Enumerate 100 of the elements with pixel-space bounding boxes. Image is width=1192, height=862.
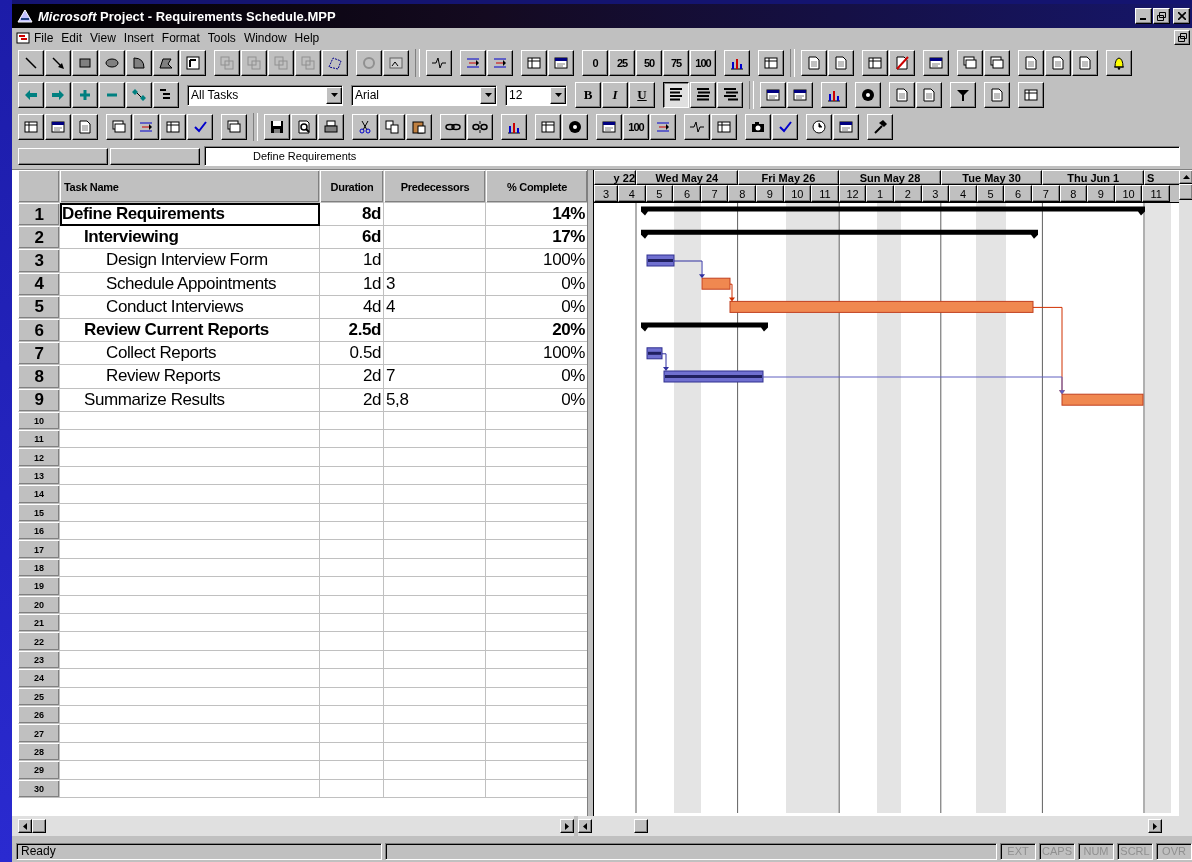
toolbar-button[interactable] — [72, 50, 98, 76]
row-number[interactable]: 17 — [18, 540, 60, 559]
toolbar-button[interactable] — [1072, 50, 1098, 76]
menu-item[interactable]: Edit — [57, 30, 87, 45]
task-name-cell[interactable]: Review Current Reports — [60, 318, 320, 343]
toolbar-button[interactable] — [596, 114, 622, 140]
task-name-cell[interactable]: Conduct Interviews — [60, 295, 320, 319]
row-number[interactable]: 27 — [18, 724, 60, 743]
task-name-cell[interactable]: Summarize Results — [60, 388, 320, 412]
task-name-cell[interactable]: Interviewing — [60, 226, 320, 250]
toolbar-button[interactable] — [806, 114, 832, 140]
toolbar-button[interactable] — [72, 82, 98, 108]
toolbar-button[interactable] — [133, 114, 159, 140]
row-number[interactable]: 14 — [18, 485, 60, 504]
toolbar-button[interactable] — [758, 50, 784, 76]
toolbar-button[interactable] — [322, 50, 348, 76]
toolbar-button[interactable] — [487, 50, 513, 76]
toolbar-button[interactable] — [787, 82, 813, 108]
row-number[interactable]: 24 — [18, 669, 60, 688]
toolbar-button[interactable] — [1045, 50, 1071, 76]
row-number[interactable]: 2 — [18, 226, 60, 250]
toolbar-button[interactable] — [460, 50, 486, 76]
toolbar-button[interactable] — [406, 114, 432, 140]
row-number[interactable]: 19 — [18, 577, 60, 596]
font-size-dropdown[interactable]: 12 — [505, 84, 567, 106]
toolbar-button[interactable] — [950, 82, 976, 108]
toolbar-button[interactable] — [214, 50, 240, 76]
row-number[interactable]: 9 — [18, 388, 60, 412]
percent-complete-button[interactable]: 75 — [663, 50, 689, 76]
toolbar-button[interactable] — [264, 114, 290, 140]
toolbar-button[interactable] — [821, 82, 847, 108]
toolbar-button[interactable] — [126, 50, 152, 76]
toolbar-button[interactable] — [467, 114, 493, 140]
percent-complete-button[interactable]: 100 — [690, 50, 716, 76]
scroll-thumb[interactable] — [32, 819, 46, 833]
toolbar-button[interactable] — [745, 114, 771, 140]
row-number[interactable]: 5 — [18, 295, 60, 319]
scroll-right-button[interactable] — [1148, 819, 1162, 833]
row-number[interactable]: 4 — [18, 272, 60, 296]
toolbar-button[interactable] — [153, 82, 179, 108]
toolbar-button[interactable] — [295, 50, 321, 76]
toolbar-button[interactable] — [801, 50, 827, 76]
task-name-cell[interactable]: Define Requirements — [60, 203, 320, 227]
percent-complete-button[interactable]: 100 — [623, 114, 649, 140]
toolbar-button[interactable] — [268, 50, 294, 76]
menu-item[interactable]: File — [30, 30, 58, 45]
percent-complete-button[interactable]: 25 — [609, 50, 635, 76]
percent-complete-button[interactable]: 0 — [582, 50, 608, 76]
toolbar-button[interactable] — [1018, 82, 1044, 108]
toolbar-button[interactable] — [724, 50, 750, 76]
toolbar-button[interactable] — [923, 50, 949, 76]
toolbar-button[interactable] — [45, 50, 71, 76]
entry-field[interactable]: Define Requirements — [204, 146, 1180, 166]
filter-dropdown[interactable]: All Tasks — [187, 84, 343, 106]
menu-item[interactable]: Window — [239, 30, 291, 45]
toolbar-button[interactable] — [1018, 50, 1044, 76]
column-header[interactable]: Predecessors — [384, 170, 486, 203]
toolbar-button[interactable] — [889, 82, 915, 108]
format-button[interactable]: I — [602, 82, 628, 108]
row-number[interactable]: 29 — [18, 761, 60, 780]
toolbar-button[interactable] — [984, 50, 1010, 76]
toolbar-button[interactable] — [106, 114, 132, 140]
toolbar-button[interactable] — [828, 50, 854, 76]
pane-splitter[interactable] — [587, 170, 594, 816]
toolbar-button[interactable] — [45, 114, 71, 140]
row-number[interactable]: 6 — [18, 318, 60, 343]
scroll-thumb[interactable] — [634, 819, 648, 833]
toolbar-button[interactable] — [126, 82, 152, 108]
toolbar-button[interactable] — [45, 82, 71, 108]
menu-item[interactable]: Help — [290, 30, 324, 45]
toolbar-button[interactable] — [18, 50, 44, 76]
task-name-cell[interactable]: Collect Reports — [60, 342, 320, 366]
toolbar-button[interactable] — [1106, 50, 1132, 76]
toolbar-button[interactable] — [379, 114, 405, 140]
format-button[interactable]: U — [629, 82, 655, 108]
toolbar-button[interactable] — [535, 114, 561, 140]
toolbar-button[interactable] — [241, 50, 267, 76]
menu-item[interactable]: Insert — [119, 30, 158, 45]
column-header[interactable]: Duration — [320, 170, 384, 203]
vertical-scrollbar[interactable] — [1179, 170, 1192, 816]
minimize-button[interactable] — [1135, 8, 1152, 24]
toolbar-button[interactable] — [356, 50, 382, 76]
column-header[interactable]: Task Name — [60, 170, 320, 203]
row-number[interactable]: 11 — [18, 430, 60, 449]
scroll-left-button[interactable] — [578, 819, 592, 833]
toolbar-button[interactable] — [833, 114, 859, 140]
restore-button[interactable] — [1153, 8, 1170, 24]
dropdown-arrow-button[interactable] — [326, 86, 342, 104]
dropdown-arrow-button[interactable] — [480, 86, 496, 104]
toolbar-button[interactable] — [548, 50, 574, 76]
row-number[interactable]: 3 — [18, 249, 60, 273]
toolbar-button[interactable] — [352, 114, 378, 140]
toolbar-button[interactable] — [760, 82, 786, 108]
row-number[interactable]: 16 — [18, 522, 60, 541]
toolbar-button[interactable] — [501, 114, 527, 140]
menu-item[interactable]: Tools — [203, 30, 240, 45]
task-name-cell[interactable]: Design Interview Form — [60, 249, 320, 273]
toolbar-button[interactable] — [383, 50, 409, 76]
toolbar-button[interactable] — [889, 50, 915, 76]
align-button[interactable] — [663, 82, 689, 108]
